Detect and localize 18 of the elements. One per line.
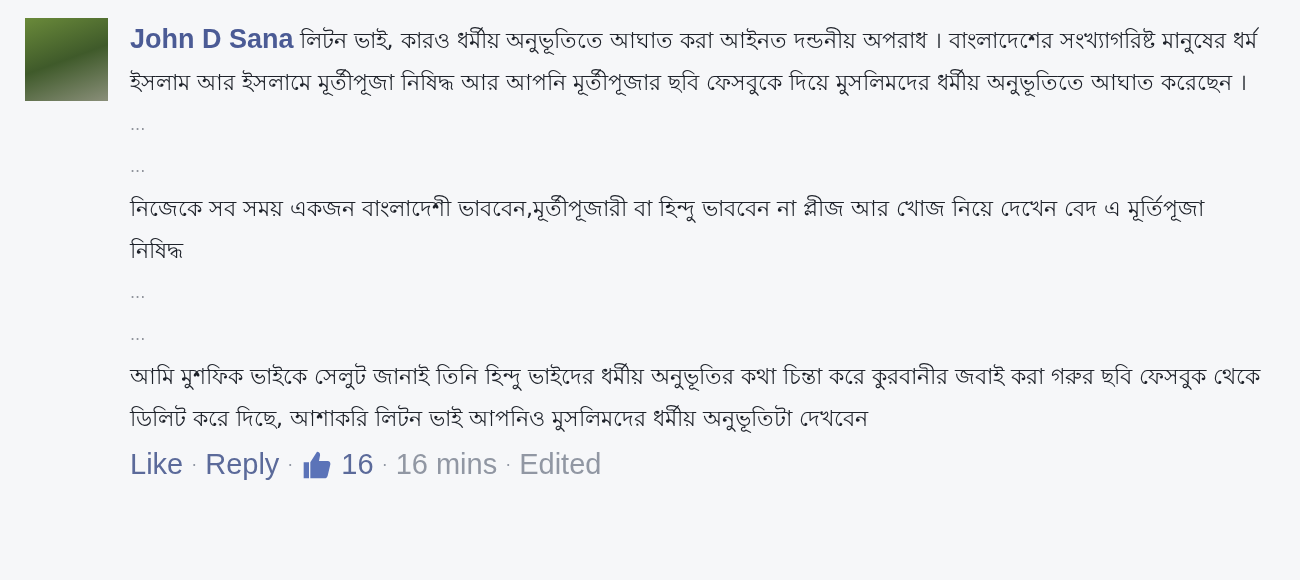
ellipsis-text: ... xyxy=(130,282,146,304)
separator-dot: · xyxy=(191,454,198,475)
comment-text: John D Sana লিটন ভাই, কারও ধর্মীয় অনুভূতিতে আঘাত করা আইনত দন্ডনীয় অপরাধ । বাংলাদেশের সংখ্যাগরিষ্ট মানুষের ধর্ম ইসলাম আর ইসলামে মূর্তীপূজা নিষিদ্ধ আর আপনি মূর্তীপূজার ছবি ফেসবুকে দিয়ে মুসলিমদের ধর্মীয় অনুভূতিতে আঘাত করেছেন । xyxy=(130,23,1260,99)
avatar-photo-placeholder[interactable] xyxy=(25,18,108,101)
author-name-link[interactable]: John D Sana xyxy=(130,24,294,54)
like-link[interactable]: Like xyxy=(130,448,184,481)
ellipsis-text: ... xyxy=(130,324,146,346)
like-count: 16 xyxy=(341,448,374,481)
comment-text: নিজেকে সব সময় একজন বাংলাদেশী ভাববেন,মূর্তীপূজারী বা হিন্দু ভাববেন না প্লীজ আর খোজ নিয়ে দেখেন বেদ এ মূর্তিপূজা নিষিদ্ধ xyxy=(130,194,1206,265)
comment-meta-text: 16 mins xyxy=(395,448,498,481)
reply-link[interactable]: Reply xyxy=(205,448,280,481)
ellipsis-text: ... xyxy=(130,156,146,178)
ellipsis-text: ... xyxy=(130,114,146,136)
comment-meta-text: Edited xyxy=(519,448,602,481)
separator-dot: · xyxy=(287,454,294,475)
separator-dot: · xyxy=(505,454,512,475)
separator-dot: · xyxy=(381,454,388,475)
comment-text: আমি মুশফিক ভাইকে সেলুট জানাই তিনি হিন্দু ভাইদের ধর্মীয় অনুভূতির কথা চিন্তা করে কুরবানীর জবাই করা গরুর ছবি ফেসবুক থেকে ডিলিট করে দিছে, আশাকরি লিটন ভাই আপনিও মুসলিমদের ধর্মীয় অনুভূতিটা দেখবেন xyxy=(130,362,1260,435)
